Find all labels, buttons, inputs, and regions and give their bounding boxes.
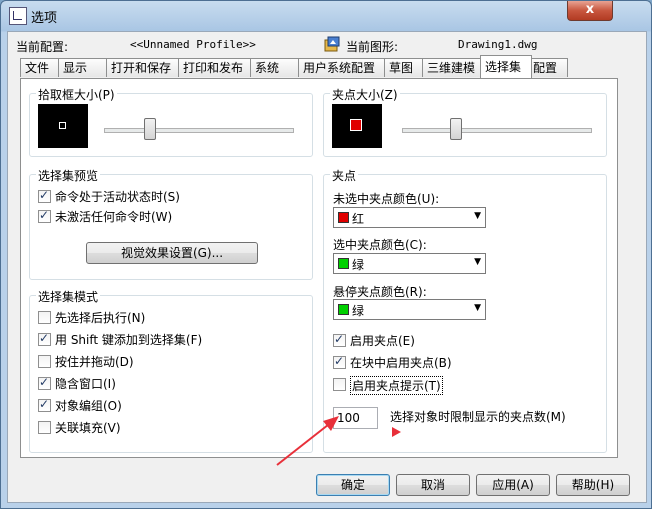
grips-group: 夹点 未选中夹点颜色(U): 红 ▼ 选中夹点颜色(C): 绿 ▼ 悬停夹点颜色… bbox=[323, 167, 607, 453]
current-profile-label: 当前配置: bbox=[16, 40, 69, 54]
title-bar: 选项 x bbox=[1, 1, 651, 29]
current-drawing-value: Drawing1.dwg bbox=[458, 38, 538, 51]
active-command-checkbox[interactable] bbox=[38, 188, 51, 203]
hover-color-value: 绿 bbox=[352, 304, 365, 318]
selection-preview-group: 选择集预览 命令处于活动状态时(S) 未激活任何命令时(W) 视觉效果设置(G)… bbox=[29, 167, 313, 280]
hover-color-swatch bbox=[338, 304, 349, 315]
tab-plot-publish[interactable]: 打印和发布 bbox=[178, 58, 252, 77]
chevron-down-icon: ▼ bbox=[474, 257, 481, 267]
enable-grips-checkbox[interactable] bbox=[333, 332, 346, 347]
grip-tips-label: 启用夹点提示(T) bbox=[350, 376, 443, 395]
unselected-color-value: 红 bbox=[352, 212, 365, 226]
window-title: 选项 bbox=[31, 11, 58, 26]
visual-effect-settings-button[interactable]: 视觉效果设置(G)... bbox=[86, 242, 258, 264]
selection-mode-checkbox[interactable] bbox=[38, 397, 51, 412]
unselected-grip-color-label: 未选中夹点颜色(U): bbox=[333, 192, 440, 206]
pickbox-square bbox=[59, 122, 66, 129]
selection-mode-label: 按住并拖动(D) bbox=[55, 355, 134, 369]
grip-slider-track bbox=[402, 128, 592, 133]
selected-grip-color-label: 选中夹点颜色(C): bbox=[333, 238, 427, 252]
apply-button[interactable]: 应用(A) bbox=[476, 474, 550, 496]
tab-profiles[interactable]: 配置 bbox=[528, 58, 568, 77]
annotation-arrow bbox=[276, 416, 339, 466]
selected-color-swatch bbox=[338, 258, 349, 269]
hover-grip-color-label: 悬停夹点颜色(R): bbox=[333, 285, 427, 299]
drawing-icon bbox=[324, 36, 340, 52]
chevron-down-icon: ▼ bbox=[474, 303, 481, 313]
tab-user-preferences[interactable]: 用户系统配置 bbox=[298, 58, 386, 77]
grips-in-blocks-checkbox[interactable] bbox=[333, 354, 346, 369]
grip-square bbox=[350, 119, 362, 131]
grip-limit-label: 选择对象时限制显示的夹点数(M) bbox=[390, 410, 566, 424]
cancel-button[interactable]: 取消 bbox=[396, 474, 470, 496]
selection-mode-label: 关联填充(V) bbox=[55, 421, 121, 435]
no-command-checkbox[interactable] bbox=[38, 208, 51, 223]
pickbox-size-group: 拾取框大小(P) bbox=[29, 86, 313, 157]
enable-grips-label: 启用夹点(E) bbox=[350, 334, 415, 348]
selected-color-value: 绿 bbox=[352, 258, 365, 272]
ok-button[interactable]: 确定 bbox=[316, 474, 390, 496]
close-button[interactable]: x bbox=[567, 1, 613, 21]
selection-mode-checkbox[interactable] bbox=[38, 311, 51, 324]
tab-3d-modeling[interactable]: 三维建模 bbox=[422, 58, 484, 77]
help-button[interactable]: 帮助(H) bbox=[556, 474, 630, 496]
selection-modes-title: 选择集模式 bbox=[36, 288, 101, 305]
close-icon: x bbox=[585, 2, 595, 17]
tab-files[interactable]: 文件 bbox=[20, 58, 60, 77]
grips-in-blocks-label: 在块中启用夹点(B) bbox=[350, 356, 452, 370]
selection-mode-checkbox[interactable] bbox=[38, 355, 51, 368]
grip-size-group: 夹点大小(Z) bbox=[323, 86, 607, 157]
selection-mode-label: 对象编组(O) bbox=[55, 399, 122, 413]
pickbox-slider-track bbox=[104, 128, 294, 133]
tab-display[interactable]: 显示 bbox=[58, 58, 108, 77]
no-command-label: 未激活任何命令时(W) bbox=[55, 210, 173, 224]
tab-selection[interactable]: 选择集 bbox=[480, 55, 532, 78]
tab-system[interactable]: 系统 bbox=[250, 58, 300, 77]
selected-grip-color-select[interactable]: 绿 ▼ bbox=[333, 253, 486, 274]
grips-title: 夹点 bbox=[330, 167, 359, 184]
tab-open-save[interactable]: 打开和保存 bbox=[106, 58, 180, 77]
tab-drafting[interactable]: 草图 bbox=[384, 58, 424, 77]
grip-tips-checkbox[interactable] bbox=[333, 378, 346, 391]
pickbox-slider[interactable] bbox=[144, 118, 157, 140]
selection-mode-label: 隐含窗口(I) bbox=[55, 377, 116, 391]
red-triangle-marker bbox=[392, 427, 401, 437]
selection-mode-label: 先选择后执行(N) bbox=[55, 311, 146, 325]
active-command-label: 命令处于活动状态时(S) bbox=[55, 190, 180, 204]
selection-mode-label: 用 Shift 键添加到选择集(F) bbox=[55, 333, 203, 347]
grip-size-slider[interactable] bbox=[449, 118, 462, 140]
selection-mode-checkbox[interactable] bbox=[38, 331, 51, 346]
hover-grip-color-select[interactable]: 绿 ▼ bbox=[333, 299, 486, 320]
selection-mode-checkbox[interactable] bbox=[38, 375, 51, 390]
current-profile-value: <<Unnamed Profile>> bbox=[130, 38, 256, 51]
grip-preview bbox=[332, 104, 382, 148]
unselected-color-swatch bbox=[338, 212, 349, 223]
grip-size-title: 夹点大小(Z) bbox=[330, 86, 400, 103]
current-drawing-label: 当前图形: bbox=[346, 40, 399, 54]
chevron-down-icon: ▼ bbox=[474, 211, 481, 221]
autocad-app-icon bbox=[9, 7, 27, 25]
pickbox-preview bbox=[38, 104, 88, 148]
pickbox-size-title: 拾取框大小(P) bbox=[36, 86, 117, 103]
options-dialog: 选项 x 当前配置: <<Unnamed Profile>> 当前图形: Dra… bbox=[0, 0, 652, 509]
selection-preview-title: 选择集预览 bbox=[36, 167, 101, 184]
selection-mode-checkbox[interactable] bbox=[38, 421, 51, 434]
unselected-grip-color-select[interactable]: 红 ▼ bbox=[333, 207, 486, 228]
